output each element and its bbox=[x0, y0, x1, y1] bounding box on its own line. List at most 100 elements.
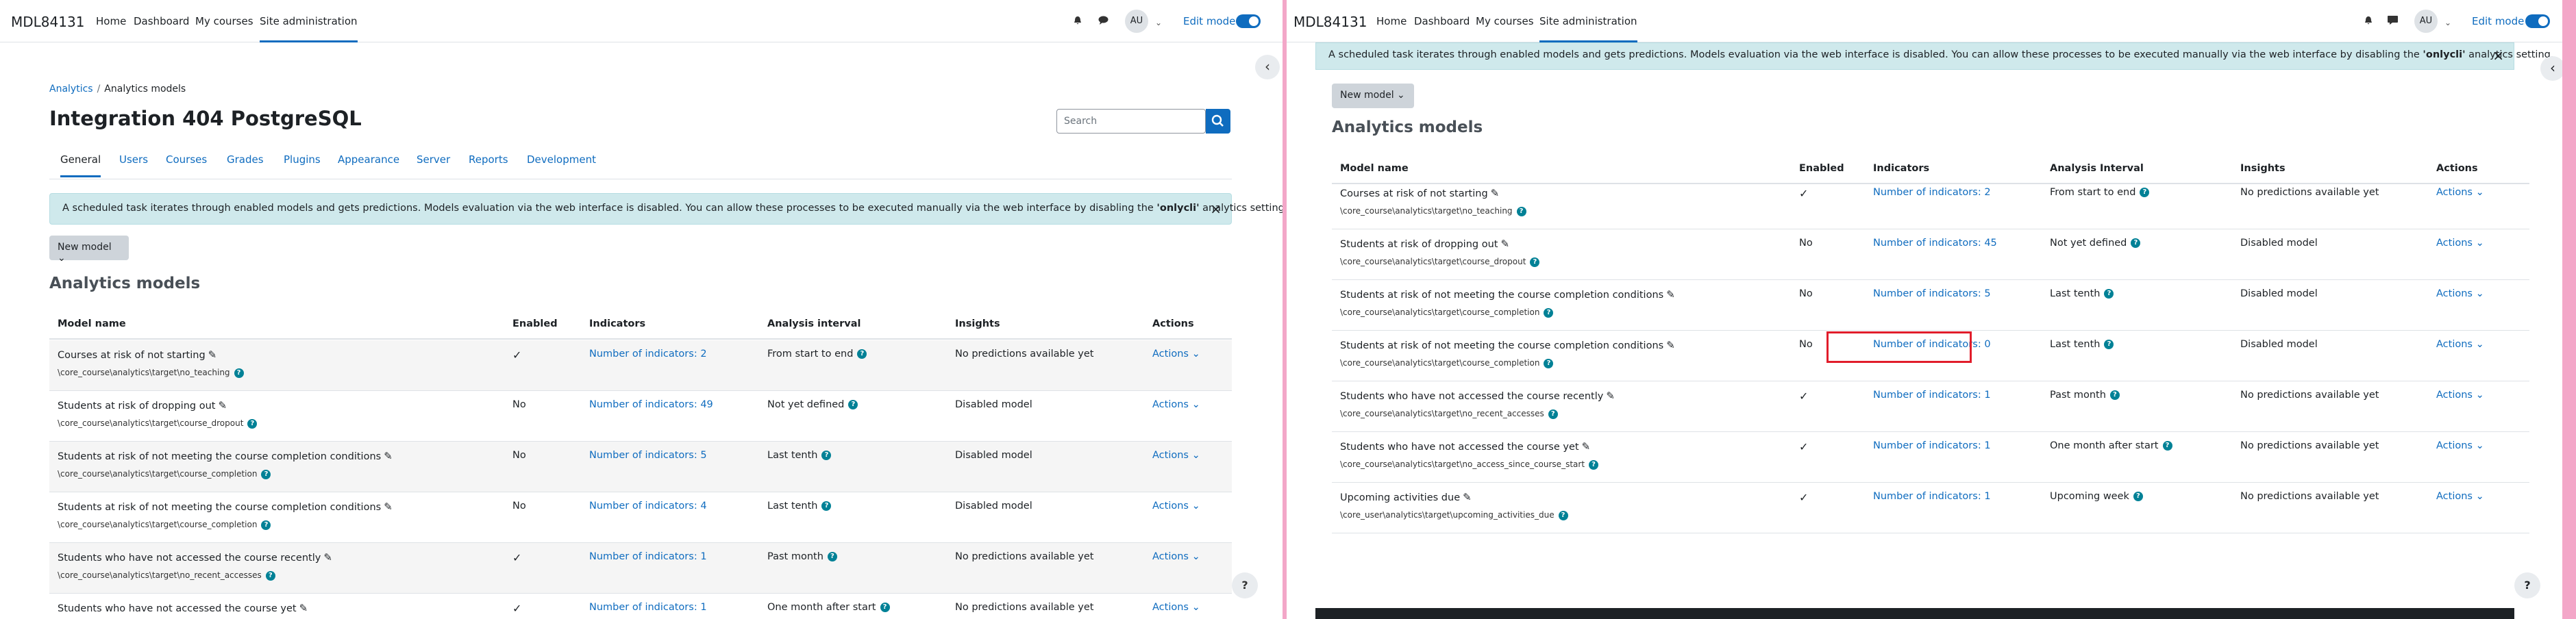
new-model-button[interactable]: New model ⌄ bbox=[1332, 84, 1414, 108]
help-icon[interactable]: ? bbox=[2140, 188, 2150, 197]
chevron-down-icon[interactable]: ⌄ bbox=[2444, 18, 2451, 27]
pencil-icon[interactable]: ✎ bbox=[323, 551, 332, 564]
help-icon[interactable]: ? bbox=[1544, 307, 1554, 318]
site-name[interactable]: MDL84131 bbox=[11, 14, 84, 30]
close-icon[interactable]: × bbox=[2492, 47, 2504, 64]
help-icon[interactable]: ? bbox=[1516, 206, 1526, 216]
tab-appearance[interactable]: Appearance bbox=[338, 153, 399, 166]
actions-menu[interactable]: Actions ⌄ bbox=[2436, 187, 2484, 198]
new-model-button[interactable]: New model ⌄ bbox=[49, 236, 129, 264]
pencil-icon[interactable]: ✎ bbox=[1666, 339, 1675, 351]
site-name[interactable]: MDL84131 bbox=[1293, 14, 1367, 30]
nav-my-courses[interactable]: My courses bbox=[1476, 15, 1534, 27]
actions-menu[interactable]: Actions ⌄ bbox=[2436, 288, 2484, 299]
help-icon[interactable]: ? bbox=[880, 603, 890, 612]
nav-home[interactable]: Home bbox=[1376, 15, 1407, 27]
help-icon[interactable]: ? bbox=[2133, 492, 2143, 501]
search-button[interactable] bbox=[1206, 109, 1230, 134]
help-icon[interactable]: ? bbox=[1544, 358, 1554, 368]
tab-reports[interactable]: Reports bbox=[469, 153, 508, 166]
tab-users[interactable]: Users bbox=[119, 153, 148, 166]
actions-menu[interactable]: Actions ⌄ bbox=[2436, 390, 2484, 401]
help-icon[interactable]: ? bbox=[848, 400, 858, 409]
help-icon[interactable]: ? bbox=[1589, 459, 1599, 470]
actions-menu[interactable]: Actions ⌄ bbox=[2436, 491, 2484, 502]
help-icon[interactable]: ? bbox=[2104, 340, 2114, 349]
indicators-link[interactable]: Number of indicators: 49 bbox=[589, 399, 713, 410]
message-icon[interactable] bbox=[2388, 16, 2398, 25]
actions-menu[interactable]: Actions ⌄ bbox=[2436, 339, 2484, 350]
help-button[interactable]: ? bbox=[1232, 572, 1258, 598]
actions-menu[interactable]: Actions ⌄ bbox=[1152, 551, 1200, 562]
pencil-icon[interactable]: ✎ bbox=[384, 501, 393, 513]
indicators-link[interactable]: Number of indicators: 4 bbox=[589, 501, 707, 511]
chat-icon[interactable] bbox=[1098, 16, 1109, 25]
actions-menu[interactable]: Actions ⌄ bbox=[1152, 602, 1200, 613]
pencil-icon[interactable]: ✎ bbox=[1606, 390, 1615, 402]
help-icon[interactable]: ? bbox=[857, 349, 867, 359]
help-icon[interactable]: ? bbox=[827, 552, 837, 561]
indicators-link[interactable]: Number of indicators: 2 bbox=[589, 349, 707, 359]
actions-menu[interactable]: Actions ⌄ bbox=[2436, 440, 2484, 451]
help-icon[interactable]: ? bbox=[821, 451, 832, 460]
actions-menu[interactable]: Actions ⌄ bbox=[2436, 238, 2484, 249]
actions-menu[interactable]: Actions ⌄ bbox=[1152, 450, 1200, 461]
tab-courses[interactable]: Courses bbox=[166, 153, 207, 166]
indicators-link[interactable]: Number of indicators: 2 bbox=[1873, 187, 1991, 198]
indicators-link[interactable]: Number of indicators: 45 bbox=[1873, 238, 1997, 249]
help-icon[interactable]: ? bbox=[261, 520, 271, 530]
help-icon[interactable]: ? bbox=[247, 418, 258, 429]
help-button[interactable]: ? bbox=[2514, 572, 2540, 598]
avatar[interactable]: AU bbox=[1125, 10, 1148, 33]
tab-grades[interactable]: Grades bbox=[227, 153, 264, 166]
indicators-link[interactable]: Number of indicators: 5 bbox=[1873, 288, 1991, 299]
nav-dashboard[interactable]: Dashboard bbox=[1414, 15, 1470, 27]
pencil-icon[interactable]: ✎ bbox=[299, 602, 308, 614]
indicators-link[interactable]: Number of indicators: 1 bbox=[1873, 491, 1991, 502]
help-icon[interactable]: ? bbox=[265, 570, 275, 581]
help-icon[interactable]: ? bbox=[2104, 289, 2114, 299]
bell-icon[interactable] bbox=[2364, 16, 2373, 25]
help-icon[interactable]: ? bbox=[1558, 510, 1568, 520]
indicators-link[interactable]: Number of indicators: 5 bbox=[589, 450, 707, 461]
pencil-icon[interactable]: ✎ bbox=[208, 349, 217, 361]
help-icon[interactable]: ? bbox=[2109, 390, 2120, 400]
help-icon[interactable]: ? bbox=[1530, 257, 1540, 267]
drawer-toggle-button[interactable]: ‹ bbox=[1255, 55, 1280, 79]
tab-development[interactable]: Development bbox=[527, 153, 596, 166]
help-icon[interactable]: ? bbox=[261, 469, 271, 479]
close-icon[interactable]: × bbox=[1210, 201, 1222, 217]
actions-menu[interactable]: Actions ⌄ bbox=[1152, 349, 1200, 359]
indicators-link[interactable]: Number of indicators: 1 bbox=[589, 602, 707, 613]
avatar[interactable]: AU bbox=[2414, 10, 2438, 33]
breadcrumb-analytics[interactable]: Analytics bbox=[49, 84, 93, 94]
bell-icon[interactable] bbox=[1073, 16, 1082, 25]
tab-general[interactable]: General bbox=[60, 153, 101, 177]
help-icon[interactable]: ? bbox=[2131, 238, 2141, 248]
help-icon[interactable]: ? bbox=[1548, 409, 1558, 419]
edit-mode-toggle[interactable] bbox=[1236, 14, 1261, 28]
nav-site-administration[interactable]: Site administration bbox=[260, 15, 358, 42]
indicators-link[interactable]: Number of indicators: 1 bbox=[1873, 390, 1991, 401]
nav-site-administration[interactable]: Site administration bbox=[1539, 15, 1637, 42]
search-input[interactable]: Search bbox=[1056, 109, 1206, 134]
tab-server[interactable]: Server bbox=[417, 153, 450, 166]
pencil-icon[interactable]: ✎ bbox=[384, 450, 393, 462]
indicators-link[interactable]: Number of indicators: 1 bbox=[1873, 440, 1991, 451]
nav-home[interactable]: Home bbox=[96, 15, 126, 27]
nav-my-courses[interactable]: My courses bbox=[195, 15, 253, 27]
pencil-icon[interactable]: ✎ bbox=[218, 399, 227, 412]
help-icon[interactable]: ? bbox=[821, 501, 832, 511]
indicators-link[interactable]: Number of indicators: 1 bbox=[589, 551, 707, 562]
chevron-down-icon[interactable]: ⌄ bbox=[1155, 18, 1162, 27]
pencil-icon[interactable]: ✎ bbox=[1463, 491, 1472, 503]
pencil-icon[interactable]: ✎ bbox=[1500, 238, 1509, 250]
actions-menu[interactable]: Actions ⌄ bbox=[1152, 399, 1200, 410]
tab-plugins[interactable]: Plugins bbox=[284, 153, 321, 166]
drawer-toggle-button[interactable]: ‹ bbox=[2540, 56, 2565, 81]
nav-dashboard[interactable]: Dashboard bbox=[134, 15, 189, 27]
edit-mode-toggle[interactable] bbox=[2525, 14, 2550, 28]
help-icon[interactable]: ? bbox=[2162, 441, 2172, 451]
actions-menu[interactable]: Actions ⌄ bbox=[1152, 501, 1200, 511]
pencil-icon[interactable]: ✎ bbox=[1491, 187, 1500, 199]
